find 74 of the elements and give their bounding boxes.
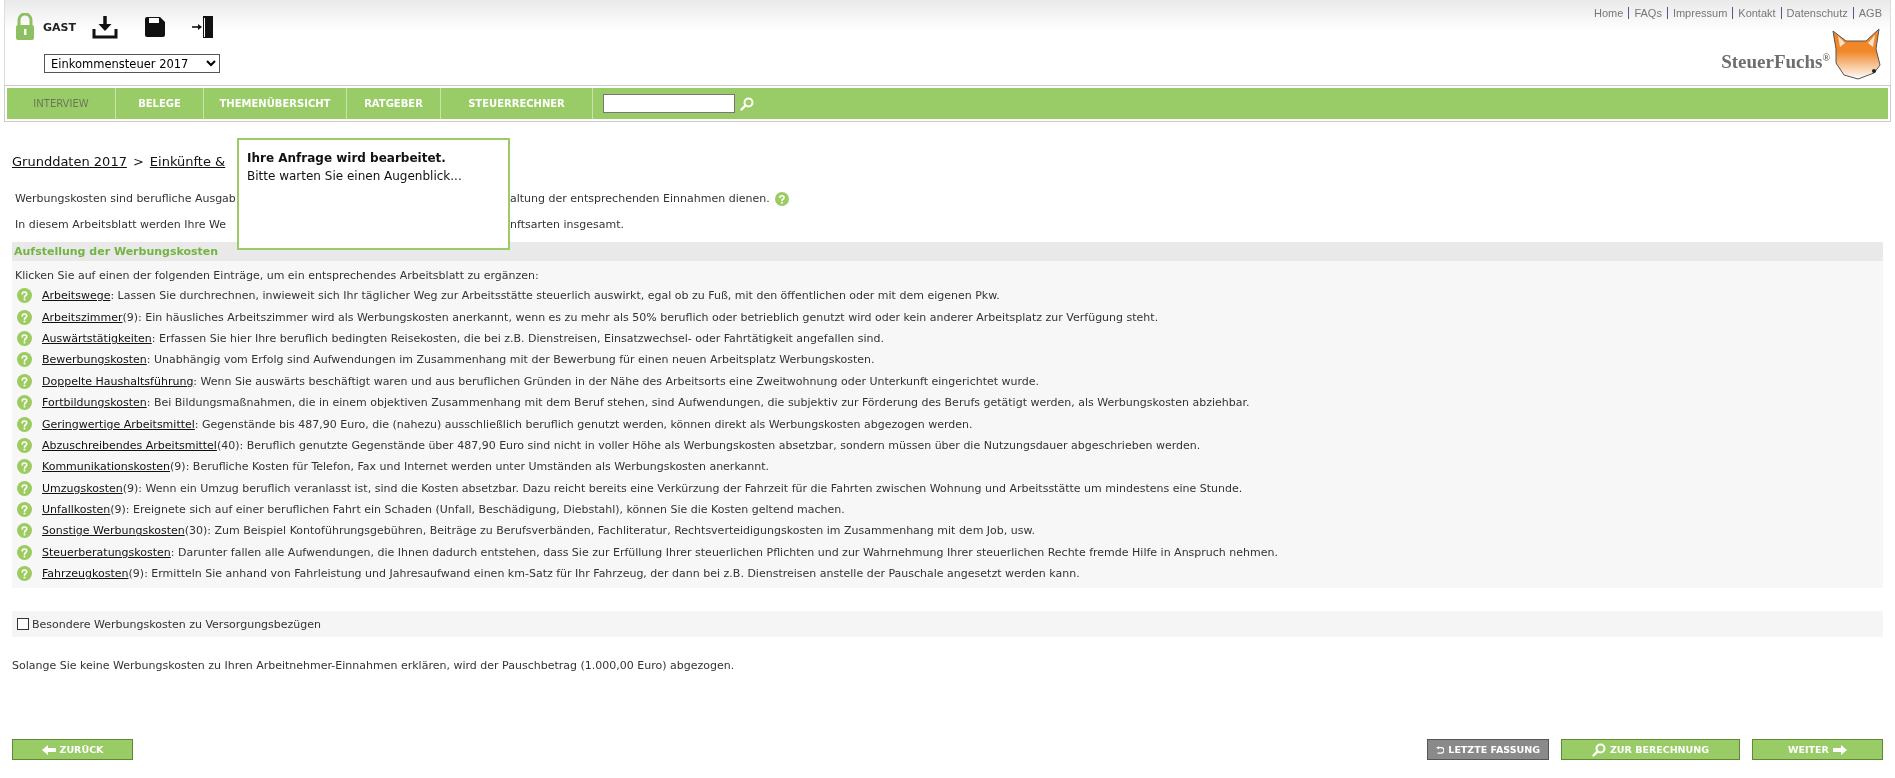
item-link[interactable]: Fahrzeugkosten (42, 567, 129, 581)
magnifier-icon (1591, 742, 1606, 757)
breadcrumb-link[interactable]: Grunddaten 2017 (12, 152, 127, 172)
dialog-title: Ihre Anfrage wird bearbeitet. (247, 150, 447, 167)
item-link[interactable]: Unfallkosten (42, 503, 111, 517)
intro-text: In diesem Arbeitsblatt werden Ihre We (15, 217, 228, 233)
item-description: Kommunikationskosten(9): Berufliche Kosten für Telefon, Fax und Internet werden unter Umständen als Werbungskosten anerkannt. (42, 460, 770, 474)
note-text: Solange Sie keine Werbungskosten zu Ihren Arbeitnehmer-Einnahmen erklären, wird der Pauschbetrag (1.000,00 Euro) abgezogen. (12, 658, 736, 675)
top-link[interactable]: FAQs (1628, 7, 1667, 19)
item-link[interactable]: Auswärtstätigkeiten (42, 331, 152, 345)
arrow-right-icon (1832, 744, 1847, 755)
help-icon[interactable] (17, 566, 32, 582)
help-icon[interactable] (17, 437, 32, 453)
help-icon[interactable] (17, 330, 32, 346)
top-link[interactable]: Datenschutz (1780, 7, 1853, 19)
help-icon[interactable] (17, 373, 32, 389)
item-description: Auswärtstätigkeiten: Erfassen Sie hier Ihre beruflich bedingten Reisekosten, die bei z.B. Dienstreisen, Einsatzwechsel- oder Fahrtätigkeit angefallen sind. (42, 331, 885, 345)
search-icon[interactable] (740, 96, 754, 111)
item-description: Fortbildungskosten: Bei Bildungsmaßnahmen, die in einem objektiven Zusammenhang mit dem Beruf stehen, sind Aufwendungen, die subjektiv zur Förderung des Berufs getätigt werden, als Werbungskosten abziehbar. (42, 396, 1250, 410)
help-icon[interactable] (17, 480, 32, 496)
item-link[interactable]: Arbeitszimmer (42, 310, 123, 324)
tax-year-dropdown[interactable]: Einkommensteuer 2017 (44, 54, 220, 73)
help-icon[interactable] (17, 459, 32, 475)
item-link[interactable]: Abzuschreibendes Arbeitsmittel (42, 438, 217, 452)
help-icon[interactable] (17, 416, 32, 432)
intro-text: Werbungskosten sind berufliche Ausgab (15, 191, 234, 207)
item-description: Umzugskosten(9): Wenn ein Umzug beruflich veranlasst ist, sind die Kosten absetzbar. Dazu reicht bereits eine Verkürzung der Fahrzeit für die Fahrten zwischen Wohnung und Arbeitsstätte um mindestens eine Stunde. (42, 481, 1243, 495)
help-icon[interactable] (17, 544, 32, 560)
item-link[interactable]: Kommunikationskosten (42, 460, 171, 474)
download-icon[interactable] (91, 15, 118, 39)
item-description: Doppelte Haushaltsführung: Wenn Sie auswärts beschäftigt waren und aus beruflichen Gründen in der Nähe des Arbeitsorts eine Zweitwohnung oder Unterkunft eingerichtet wurde. (42, 374, 1040, 388)
exit-door-icon[interactable] (191, 15, 214, 39)
intro-text: altung der entsprechenden Einnahmen dienen. (510, 191, 770, 207)
brand-name: SteuerFuchs$^{®}$ (1721, 51, 1830, 73)
item-description: Arbeitswege: Lassen Sie durchrechnen, inwieweit sich Ihr täglicher Weg zur Arbeitsstätte steuerlich auswirkt, egal ob zu Fuß, mit den öffentlichen oder mit dem eigenen Pkw. (42, 289, 1000, 303)
intro-text: nftsarten insgesamt. (510, 217, 624, 233)
search-field[interactable] (603, 94, 735, 113)
help-icon[interactable] (17, 523, 32, 539)
breadcrumb-link[interactable]: Einkünfte & (149, 152, 226, 172)
section-header: Aufstellung der Werbungskosten (12, 242, 1883, 261)
item-description: Fahrzeugkosten(9): Ermitteln Sie anhand von Fahrleistung und Jahresaufwand einen km-Satz für Ihr Fahrzeug, der dann bei z.B. Dienstreisen anstelle der Pauschale angesetzt werden kann. (42, 567, 1080, 581)
item-description: Bewerbungskosten: Unabhängig vom Erfolg sind Aufwendungen im Zusammenhang mit der Bewerbung für einen neuen Arbeitsplatz Werbungskosten. (42, 353, 875, 367)
item-link[interactable]: Bewerbungskosten (42, 353, 147, 367)
help-icon[interactable] (17, 502, 32, 518)
dialog-message: Bitte warten Sie einen Augenblick... (247, 168, 463, 185)
item-description: Unfallkosten(9): Ereignete sich auf einer beruflichen Fahrt ein Schaden (Unfall, Beschädigung, Diebstahl), können Sie die Kosten geltend machen. (42, 503, 845, 517)
item-link[interactable]: Umzugskosten (42, 481, 123, 495)
help-icon[interactable] (17, 352, 32, 368)
item-description: Geringwertige Arbeitsmittel: Gegenstände bis 487,90 Euro, die (nahezu) ausschließlich beruflich genutzt werden, können direkt als Werbungskosten abgezogen werden. (42, 417, 973, 431)
fox-head-icon (1830, 27, 1882, 83)
top-link[interactable]: Impressum (1666, 7, 1733, 19)
help-icon[interactable] (17, 395, 32, 411)
instruction-text: Klicken Sie auf einen der folgenden Einträge, um ein entsprechendes Arbeitsblatt zu ergänzen: (14, 268, 540, 284)
item-link[interactable]: Geringwertige Arbeitsmittel (42, 417, 195, 431)
item-link[interactable]: Steuerberatungskosten (42, 545, 171, 559)
help-icon[interactable] (17, 309, 32, 325)
help-icon[interactable] (17, 288, 32, 304)
help-icon[interactable] (774, 192, 789, 206)
undo-icon (1436, 744, 1445, 755)
top-link[interactable]: AGB (1852, 7, 1882, 19)
breadcrumb-separator: > (132, 153, 144, 171)
item-description: Steuerberatungskosten: Darunter fallen alle Aufwendungen, die Ihnen dadurch entstehen, dass Sie zur Erfüllung Ihrer steuerlichen Pflichten und zur Wahrnehmung Ihrer steuerlichen Rechte fremde Hilfe in Anspruch nehmen. (42, 545, 1278, 559)
padlock-icon (15, 13, 35, 41)
top-link[interactable]: Home (1589, 7, 1629, 19)
checkbox-label: Besondere Werbungskosten zu Versorgungsbezügen (32, 617, 322, 631)
checkbox[interactable] (17, 618, 29, 631)
item-description: Abzuschreibendes Arbeitsmittel(40): Beruflich genutzte Gegenstände über 487,90 Euro sind nicht in voller Höhe als Werbungskosten absetzbar, sondern müssen über die Nutzungsdauer abgeschrieben werden. (42, 438, 1201, 452)
arrow-left-icon (41, 744, 56, 755)
user-name: GAST (43, 20, 76, 34)
top-link[interactable]: Kontakt (1732, 7, 1781, 19)
item-description: Arbeitszimmer(9): Ein häusliches Arbeitszimmer wird als Werbungskosten anerkannt, wenn es zu mehr als 50% beruflich oder betrieblich genutzt wird oder kein anderer Arbeitsplatz zur Verfügung steht. (42, 310, 1159, 324)
item-link[interactable]: Sonstige Werbungskosten (42, 524, 185, 538)
item-link[interactable]: Fortbildungskosten (42, 396, 147, 410)
item-description: Sonstige Werbungskosten(30): Zum Beispiel Kontoführungsgebühren, Beiträge zu Berufsverbänden, Fachliteratur, Rechtsverteidigungskosten im Zusammenhang mit dem Job, usw. (42, 524, 1035, 538)
